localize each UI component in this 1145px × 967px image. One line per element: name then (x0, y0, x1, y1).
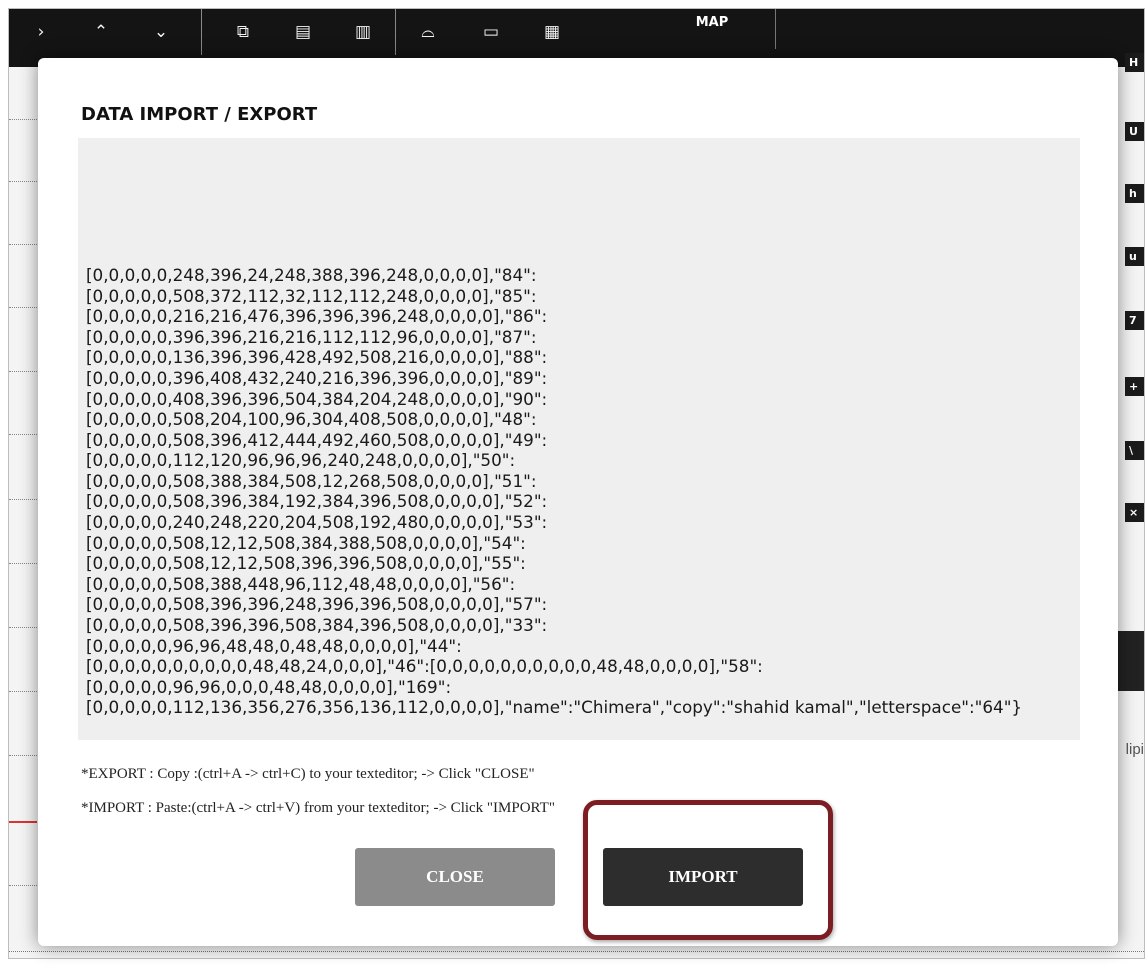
modal-overlay: DATA IMPORT / EXPORT [0,0,0,0,0,248,396,… (0, 0, 1145, 967)
export-instructions: *EXPORT : Copy :(ctrl+A -> ctrl+C) to yo… (81, 766, 535, 782)
callout-highlight (583, 800, 833, 940)
dialog-title: DATA IMPORT / EXPORT (81, 104, 318, 125)
textarea-content: [0,0,0,0,0,248,396,24,248,388,396,248,0,… (86, 264, 1023, 718)
import-export-dialog: DATA IMPORT / EXPORT [0,0,0,0,0,248,396,… (38, 58, 1118, 946)
close-button[interactable]: CLOSE (355, 848, 555, 906)
import-instructions: *IMPORT : Paste:(ctrl+A -> ctrl+V) from … (81, 800, 555, 816)
data-textarea[interactable]: [0,0,0,0,0,248,396,24,248,388,396,248,0,… (78, 138, 1080, 740)
